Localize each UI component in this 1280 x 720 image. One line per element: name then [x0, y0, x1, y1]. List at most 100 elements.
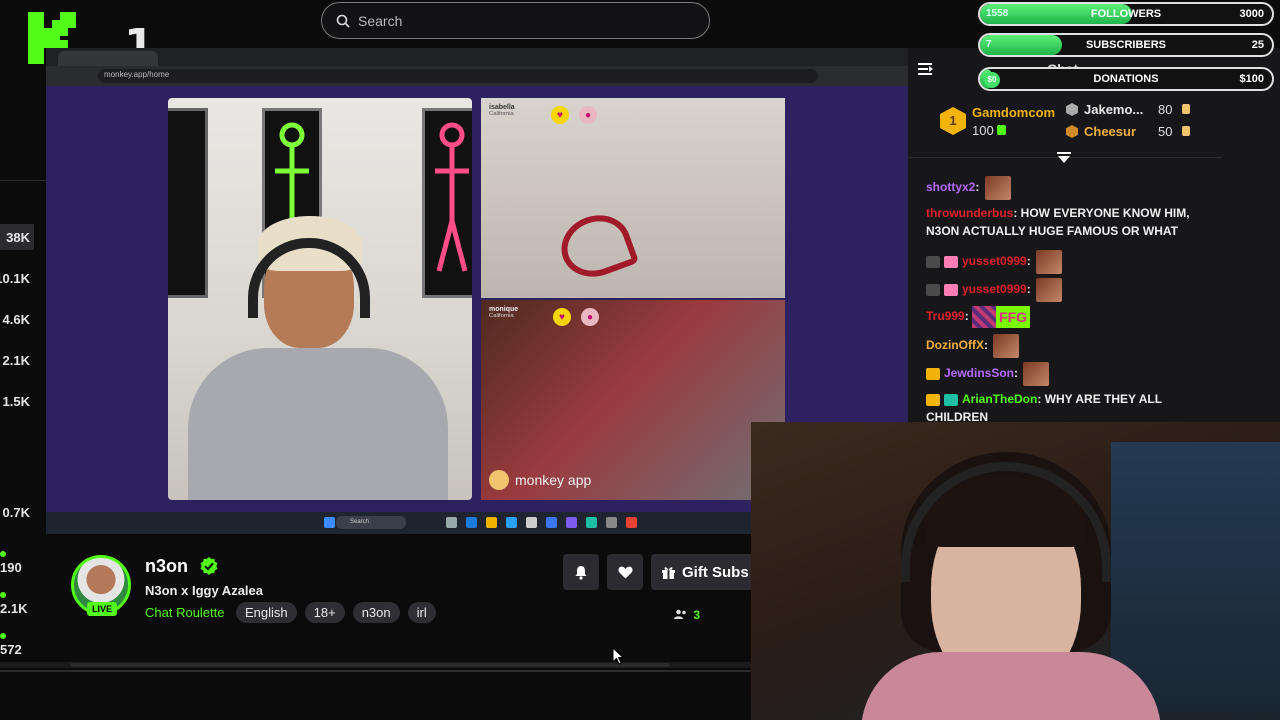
chat-username[interactable]: JewdinsSon: [944, 366, 1014, 380]
follow-button[interactable]: [607, 554, 643, 590]
viewer-count: 2.1K: [0, 601, 28, 616]
settings-icon: [606, 517, 617, 528]
viewer-counter: 3: [674, 608, 700, 622]
skeleton-art-icon: [435, 122, 469, 272]
viewer-count[interactable]: 38K: [6, 230, 30, 245]
gift-icon: [662, 566, 675, 579]
viewer-count[interactable]: 1.5K: [3, 394, 30, 409]
chat-username[interactable]: throwunderbus: [926, 206, 1013, 220]
viewers-icon: [674, 609, 686, 619]
wall-art: [168, 108, 208, 298]
browser-tabbar: [46, 48, 908, 66]
gift-badge-icon: [944, 256, 958, 268]
chrome-icon: [626, 517, 637, 528]
emote-icon: [1023, 362, 1050, 386]
emote-icon: [972, 306, 997, 328]
search-bar[interactable]: [321, 2, 710, 39]
webcam-shirt: [861, 652, 1161, 720]
chat-username[interactable]: DozinOffX: [926, 338, 984, 352]
chat-message: yusset0999:: [926, 278, 1216, 302]
flag-badge-icon: ●: [579, 106, 597, 124]
browser-address-bar: monkey.app/home: [46, 66, 908, 86]
partner-camera-bottom: monique California ♥ ● monkey app: [481, 300, 785, 500]
streamer-name[interactable]: n3on: [145, 556, 188, 577]
goal-label: SUBSCRIBERS: [1085, 39, 1167, 51]
background-shelf: [1111, 442, 1280, 712]
viewer-count-row[interactable]: 190: [0, 545, 30, 575]
cam-user-label: monique California: [489, 306, 519, 319]
viewer-count[interactable]: 0.7K: [3, 505, 30, 520]
gifter-name: Cheesur: [1084, 124, 1137, 139]
notifications-button[interactable]: [563, 554, 599, 590]
wall-decoration: [552, 205, 640, 287]
subscribers-goal: 7 SUBSCRIBERS 25: [978, 33, 1274, 57]
taskbar-search: Search: [336, 516, 406, 529]
chat-message: shottyx2:: [926, 176, 1216, 200]
tag-chip[interactable]: irl: [407, 602, 436, 623]
heart-badge-icon: ♥: [551, 106, 569, 124]
gift-icon: [997, 125, 1007, 135]
emote-icon: [1036, 250, 1063, 274]
n3-badge-icon: [926, 284, 940, 296]
monkey-icon: [489, 470, 509, 490]
coin-icon: [1182, 104, 1190, 114]
chat-username[interactable]: yusset0999: [962, 282, 1027, 296]
tag-chip[interactable]: 18+: [304, 602, 345, 623]
goal-target: $100: [1239, 73, 1264, 85]
viewer-count[interactable]: 10.1K: [0, 271, 30, 286]
sidebar-divider: [0, 180, 46, 181]
viewer-count-row[interactable]: 2.1K: [0, 586, 30, 616]
chat-username[interactable]: shottyx2: [926, 180, 975, 194]
search-icon: [336, 14, 350, 28]
expand-gifters-icon[interactable]: [1057, 152, 1071, 164]
app-icon: [566, 517, 577, 528]
viewer-count-row[interactable]: 572: [0, 627, 30, 657]
live-dot-icon: [0, 550, 6, 557]
gifter-row[interactable]: Jakemo... 80: [1066, 102, 1190, 117]
bronze-rank-icon: [1066, 125, 1078, 138]
cam-user-label: isabella California: [489, 104, 515, 117]
stream-tags: English 18+ n3on irl: [236, 602, 436, 623]
emote-icon: [1036, 278, 1063, 302]
n3-badge-icon: [926, 368, 940, 380]
gifter-amount: 50: [1158, 124, 1173, 139]
chat-username[interactable]: yusset0999: [962, 254, 1027, 268]
scrollbar-thumb[interactable]: [70, 663, 670, 667]
chat-message: throwunderbus: HOW EVERYONE KNOW HIM, N3…: [926, 206, 1190, 238]
crown-badge-icon: [926, 393, 940, 406]
flag-badge-icon: ●: [581, 308, 599, 326]
chat-message: JewdinsSon:: [926, 362, 1216, 386]
gifter-row[interactable]: Cheesur 50: [1066, 124, 1190, 139]
chat-username[interactable]: Tru999: [926, 309, 965, 323]
app-icon: [546, 517, 557, 528]
bell-icon: [575, 565, 587, 580]
live-dot-icon: [0, 632, 6, 639]
chat-message: Tru999: FFG: [926, 306, 1216, 328]
viewer-count: 572: [0, 642, 22, 657]
viewer-count: 190: [0, 560, 22, 575]
goal-target: 25: [1251, 39, 1264, 51]
coin-icon: [1182, 126, 1190, 136]
tag-chip[interactable]: English: [236, 602, 297, 623]
viewer-count[interactable]: 4.6K: [3, 312, 30, 327]
gifter-amount: 100: [972, 123, 1007, 138]
gift-subs-button[interactable]: Gift Subs: [651, 554, 751, 590]
emote-icon: [984, 176, 1011, 200]
search-input[interactable]: [358, 12, 678, 29]
tag-chip[interactable]: n3on: [352, 602, 400, 623]
viewer-count-value: 3: [693, 608, 701, 622]
heart-badge-icon: ♥: [553, 308, 571, 326]
collapse-chat-icon[interactable]: [918, 62, 934, 76]
viewer-count[interactable]: 2.1K: [3, 353, 30, 368]
goal-target: 3000: [1239, 8, 1264, 20]
chat-username[interactable]: ArianTheDon: [962, 392, 1037, 406]
emote-icon: [993, 334, 1020, 358]
followed-channels-sidebar: 38K 10.1K 4.6K 2.1K 1.5K 0.7K 190 2.1K 5…: [0, 180, 46, 670]
horizontal-scrollbar[interactable]: [0, 662, 751, 668]
browser-url-field: [98, 69, 818, 83]
gift-subs-label: Gift Subs: [682, 563, 749, 581]
chat-message: ArianTheDon: WHY ARE THEY ALL CHILDREN: [926, 392, 1162, 424]
app-icon: [526, 517, 537, 528]
chat-message: yusset0999:: [926, 250, 1216, 274]
stream-category[interactable]: Chat Roulette: [145, 605, 225, 620]
